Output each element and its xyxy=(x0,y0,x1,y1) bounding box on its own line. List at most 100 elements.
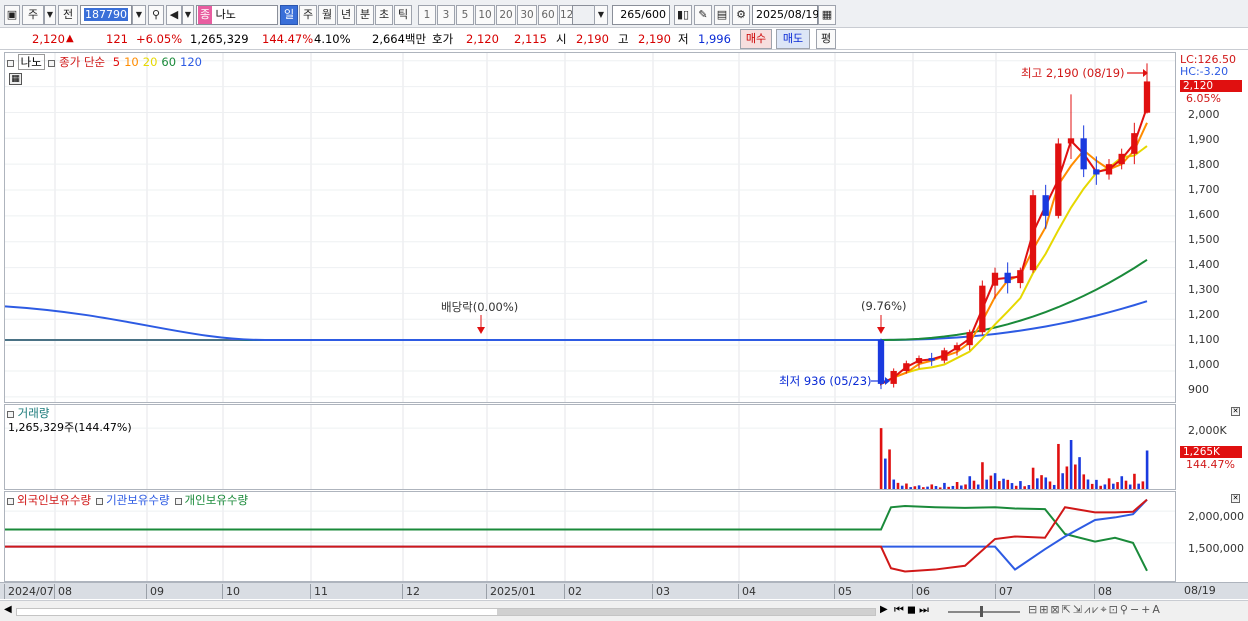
volume-bar xyxy=(968,476,972,489)
price-panel[interactable]: 나노 종가 단순 5 10 20 60 120 ▦ 최고 2,190 (08/19) 최… xyxy=(4,52,1176,403)
series-toggle-icon[interactable] xyxy=(96,498,104,505)
grid-settings-icon[interactable]: ▦ xyxy=(9,73,22,85)
holdings-legend: 외국인보유수량 기관보유수량 개인보유수량 xyxy=(7,492,248,508)
period-button[interactable]: 년 xyxy=(337,5,355,25)
series-toggle-icon[interactable] xyxy=(7,498,14,505)
holdings-panel[interactable]: 외국인보유수량 기관보유수량 개인보유수량 xyxy=(4,491,1176,582)
speaker-dropdown-icon[interactable]: ▼ xyxy=(182,5,194,25)
individual-holdings-line xyxy=(5,504,1148,572)
volume-bar xyxy=(913,486,917,489)
interval-button[interactable]: 10 xyxy=(475,5,495,25)
stock-tag: 나노 xyxy=(17,54,45,70)
volume-bar xyxy=(993,473,997,489)
ma5-line xyxy=(880,106,1148,386)
volume-bar xyxy=(934,486,938,489)
save-icon[interactable]: ▤ xyxy=(714,5,730,25)
chart-tools[interactable]: ⊟⊞⊠⇱⇲⩘⩗⌖⊡⚲−+A xyxy=(1028,603,1162,617)
volume-close-icon[interactable]: ✕ xyxy=(1231,407,1240,416)
price-tick-label: 2,000 xyxy=(1188,108,1220,121)
horizontal-scrollbar[interactable] xyxy=(16,608,876,616)
draw-tool-icon[interactable]: ✎ xyxy=(694,5,712,25)
low-annotation: 최저 936 (05/23) xyxy=(779,374,872,388)
volume-bar xyxy=(1120,476,1124,489)
interval-button[interactable]: 1 xyxy=(418,5,436,25)
sell-button[interactable]: 매도 xyxy=(776,29,810,49)
volume-bar xyxy=(1082,474,1086,489)
event-annotation: (9.76%) xyxy=(861,299,907,313)
scrollbar-thumb[interactable] xyxy=(497,609,875,615)
volume-bar xyxy=(884,458,887,489)
bottom-bar: ◀ ▶ ⏮◼⏭ ⊟⊞⊠⇱⇲⩘⩗⌖⊡⚲−+A xyxy=(0,600,1248,621)
volume-bar xyxy=(1031,467,1035,489)
candle-body xyxy=(903,363,910,371)
scroll-right-icon[interactable]: ▶ xyxy=(880,604,888,615)
mode-dropdown-icon[interactable]: ▼ xyxy=(44,5,56,25)
ask-price: 2,120 xyxy=(466,32,499,46)
period-button[interactable]: 분 xyxy=(356,5,374,25)
volume-ratio: 144.47% xyxy=(262,32,314,46)
zoom-slider-handle[interactable] xyxy=(980,606,983,617)
interval-dropdown-icon[interactable]: ▼ xyxy=(594,5,608,25)
interval-button[interactable]: 30 xyxy=(517,5,537,25)
price-tick-label: 1,300 xyxy=(1188,283,1220,296)
series-toggle-icon[interactable] xyxy=(174,498,182,505)
interval-button[interactable]: 3 xyxy=(437,5,455,25)
low-arrow-head xyxy=(885,377,890,385)
code-dropdown-icon[interactable]: ▼ xyxy=(132,5,146,25)
volume-bar xyxy=(960,485,963,489)
calendar-icon[interactable]: ▦ xyxy=(818,5,836,25)
stock-name: 나노 xyxy=(215,8,236,21)
x-axis-label: 09 xyxy=(146,584,164,599)
volume-toggle-icon[interactable] xyxy=(7,411,14,418)
volume-panel[interactable]: 거래량 1,265,329주(144.47%) xyxy=(4,404,1176,490)
period-button[interactable]: 주 xyxy=(299,5,317,25)
buy-button[interactable]: 매수 xyxy=(740,29,772,49)
volume-bar xyxy=(1057,443,1060,489)
stock-name-field[interactable]: 종 나노 xyxy=(196,5,278,25)
low-price: 1,996 xyxy=(698,32,731,46)
count-field[interactable]: 265/600 xyxy=(612,5,670,25)
volume-bar xyxy=(1002,478,1005,489)
ma-legend-label: 120 xyxy=(180,55,202,69)
candle-icon[interactable]: ▮▯ xyxy=(674,5,692,25)
volume-bar xyxy=(972,480,976,489)
stock-code-input[interactable]: 187790 xyxy=(80,5,132,25)
gear-icon[interactable]: ⚙ xyxy=(732,5,750,25)
period-button[interactable]: 초 xyxy=(375,5,393,25)
holdings-close-icon[interactable]: ✕ xyxy=(1231,494,1240,503)
interval-button[interactable]: 5 xyxy=(456,5,474,25)
candle-body xyxy=(1017,270,1024,284)
playback-controls[interactable]: ⏮◼⏭ xyxy=(894,603,932,617)
price-legend: 나노 종가 단순 5 10 20 60 120 xyxy=(7,54,202,70)
zoom-slider[interactable] xyxy=(948,606,1020,617)
prev-button[interactable]: 전 xyxy=(58,5,78,25)
mode-button[interactable]: 주 xyxy=(22,5,44,25)
window-menu-icon[interactable]: ▣ xyxy=(4,5,20,25)
price-tick-label: 1,000 xyxy=(1188,358,1220,371)
interval-button[interactable]: 60 xyxy=(538,5,558,25)
price-tick-label: 1,900 xyxy=(1188,133,1220,146)
candle-body xyxy=(890,370,897,384)
panel-toggle-icon[interactable] xyxy=(7,60,14,67)
period-button[interactable]: 일 xyxy=(280,5,298,25)
price-chart[interactable] xyxy=(5,53,1175,402)
volume-bar xyxy=(1040,475,1043,489)
candle-body xyxy=(1029,195,1037,271)
volume-bar xyxy=(938,487,942,489)
scroll-left-icon[interactable]: ◀ xyxy=(4,604,12,615)
speaker-icon[interactable]: ◀ xyxy=(166,5,182,25)
volume-chart[interactable] xyxy=(5,405,1175,489)
institution-holdings-line xyxy=(5,498,1148,571)
interval-button[interactable]: 20 xyxy=(496,5,516,25)
volume-bar xyxy=(1133,473,1136,489)
eval-button[interactable]: 평 xyxy=(816,29,836,49)
date-input[interactable]: 2025/08/19 xyxy=(752,5,819,25)
search-icon[interactable]: ⚲ xyxy=(148,5,164,25)
period-button[interactable]: 틱 xyxy=(394,5,412,25)
volume-axis: ✕ 2,000K 1,265K 144.47% xyxy=(1178,404,1248,490)
ma60-line xyxy=(880,258,1148,341)
ma-legend-label: 5 xyxy=(112,55,121,69)
period-button[interactable]: 월 xyxy=(318,5,336,25)
ma-toggle-icon[interactable] xyxy=(48,60,56,67)
volume-bar xyxy=(1036,478,1039,489)
